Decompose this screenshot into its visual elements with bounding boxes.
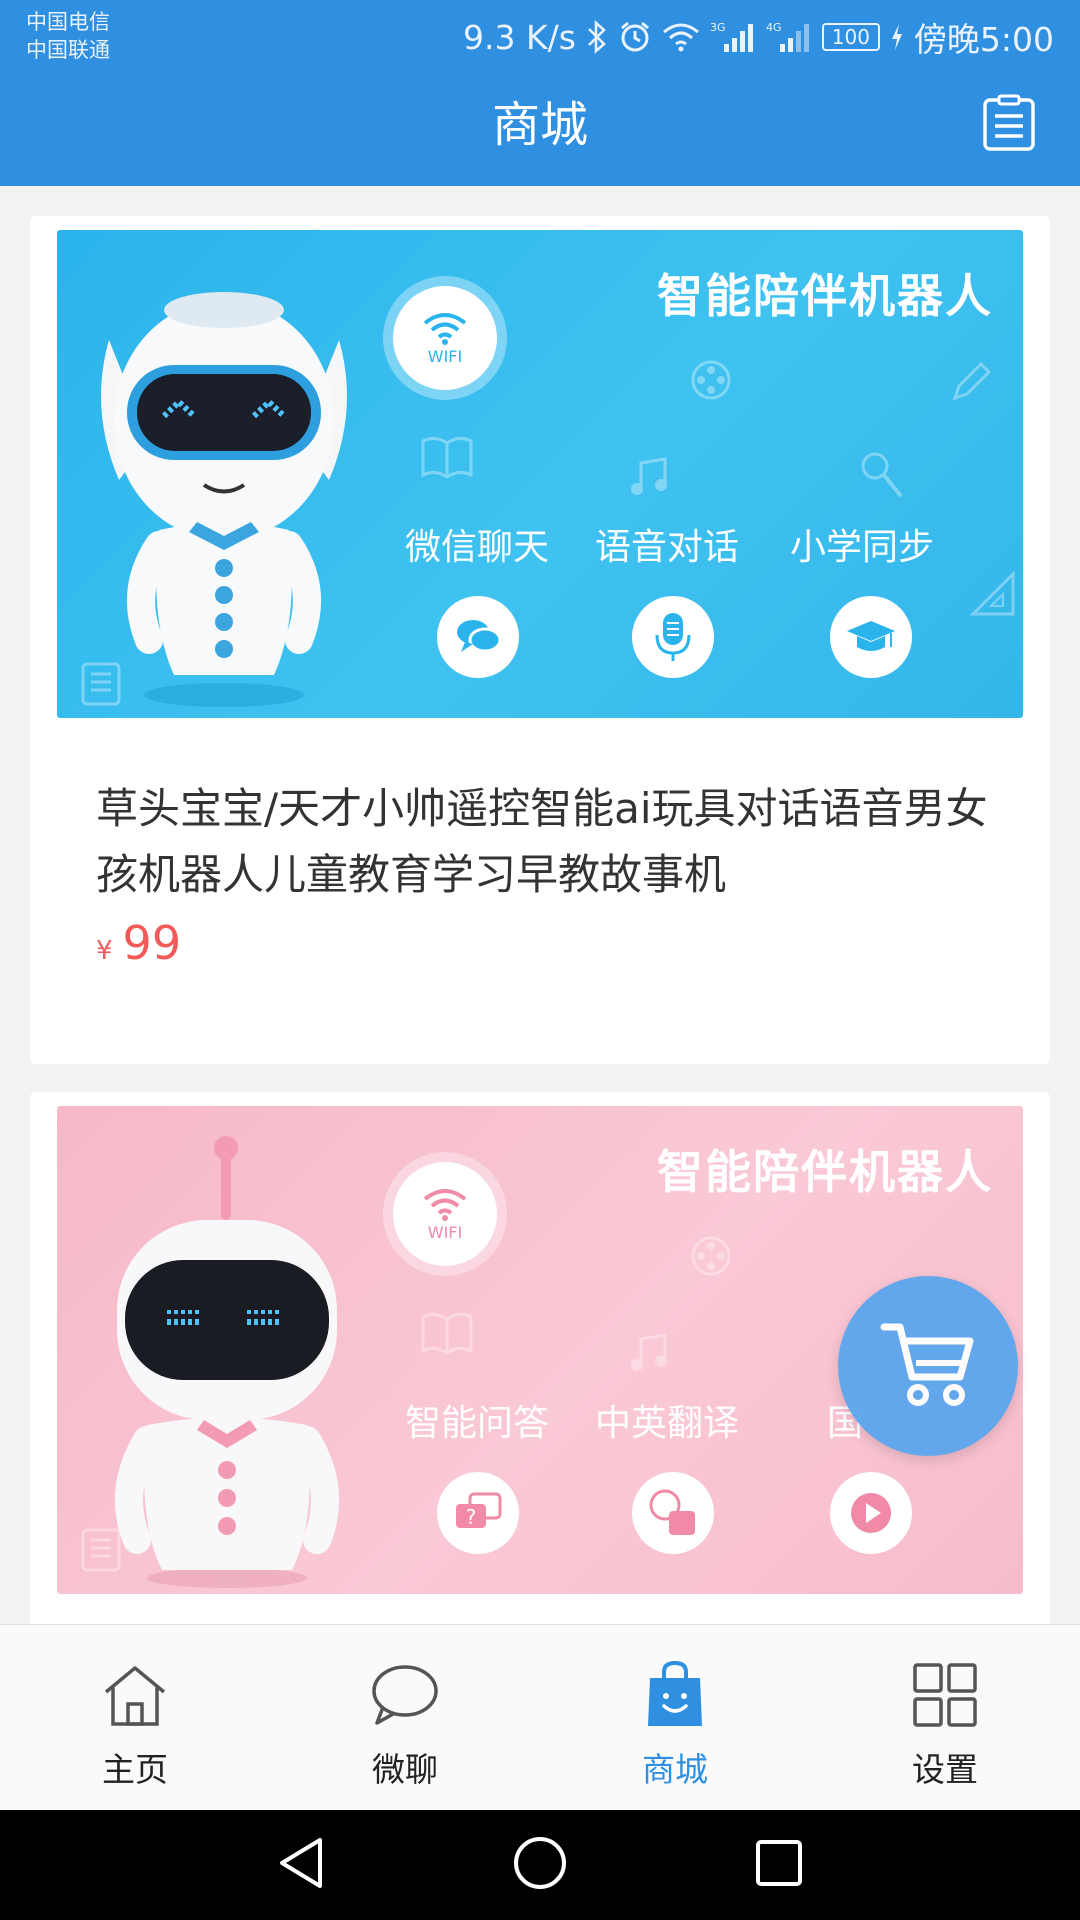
clipboard-list-icon [982, 94, 1036, 156]
bluetooth-icon [586, 20, 608, 54]
shopping-cart-icon [880, 1319, 976, 1413]
battery-level: 100 [831, 25, 870, 49]
chat-icon [365, 1655, 445, 1735]
clock: 傍晚5:00 [913, 20, 1054, 59]
film-reel-icon [691, 360, 731, 400]
notebook-icon [81, 1528, 121, 1572]
feature-label: 中英翻译 [594, 1403, 739, 1444]
charging-icon [890, 23, 904, 51]
back-button[interactable] [268, 1832, 334, 1898]
tab-settings[interactable]: 设置 [810, 1625, 1080, 1810]
book-icon [421, 1312, 473, 1355]
wifi-badge: WIFI [393, 1162, 497, 1266]
price-value: 99 [122, 916, 182, 970]
tab-label: 设置 [912, 1750, 978, 1789]
tab-mall[interactable]: 商城 [540, 1625, 810, 1810]
question-icon: ? [437, 1472, 519, 1554]
network-speed: 9.3 K/s [462, 17, 576, 57]
wifi-label: WIFI [427, 346, 463, 366]
signal-4g-icon: 4G [766, 20, 812, 54]
status-indicators: 9.3 K/s 3G 4G 100 傍晚5:00 [463, 12, 1054, 62]
carrier-info: 中国电信 中国联通 [26, 8, 110, 64]
banner-heading: 智能陪伴机器人 [657, 1145, 993, 1199]
product-name[interactable]: 草头宝宝/天才小帅遥控智能ai玩具对话语音男女孩机器人儿童教育学习早教故事机 [96, 776, 996, 908]
home-icon [95, 1655, 175, 1735]
recent-apps-button[interactable] [746, 1832, 812, 1898]
chat-bubble-icon [437, 596, 519, 678]
wifi-icon [662, 22, 700, 52]
feature-label: 智能问答 [404, 1403, 549, 1444]
home-button[interactable] [507, 1832, 573, 1898]
currency-symbol: ¥ [96, 936, 113, 966]
tab-label: 主页 [102, 1750, 168, 1789]
carrier-1: 中国电信 [26, 10, 110, 34]
feature-label: 语音对话 [594, 527, 739, 568]
svg-text:?: ? [466, 1505, 477, 1529]
music-note-icon [631, 1333, 667, 1371]
film-reel-icon [691, 1236, 731, 1276]
page-title: 商城 [491, 97, 588, 153]
net-3g-label: 3G [710, 21, 726, 34]
wifi-badge: WIFI [393, 286, 497, 390]
robot-illustration [101, 292, 347, 707]
banner-heading: 智能陪伴机器人 [657, 269, 993, 323]
grid-icon [905, 1655, 985, 1735]
battery-icon: 100 [821, 23, 880, 51]
home-circle-icon [512, 1835, 568, 1895]
cart-fab-button[interactable] [838, 1276, 1018, 1456]
music-note-icon [631, 457, 667, 495]
back-triangle-icon [276, 1836, 326, 1894]
shopping-bag-icon [635, 1655, 715, 1735]
translate-icon [632, 1472, 714, 1554]
bottom-tab-bar: 主页 微聊 商城 设置 [0, 1624, 1080, 1810]
carrier-2: 中国联通 [26, 38, 110, 62]
system-navigation-bar [0, 1810, 1080, 1920]
recent-square-icon [754, 1838, 804, 1892]
tab-chat[interactable]: 微聊 [270, 1625, 540, 1810]
pencil-icon [952, 361, 992, 401]
wifi-label: WIFI [427, 1222, 463, 1242]
tab-label: 商城 [642, 1750, 708, 1789]
net-4g-label: 4G [766, 21, 782, 34]
menu-button[interactable] [980, 94, 1038, 156]
tab-home[interactable]: 主页 [0, 1625, 270, 1810]
product-banner[interactable]: 智能陪伴机器人 WIFI 微信聊天 语音对话 小学同步 [57, 230, 1023, 718]
product-card[interactable]: 智能陪伴机器人 WIFI 微信聊天 语音对话 小学同步 草头宝宝/天才小帅遥控智… [30, 216, 1050, 1064]
tab-label: 微聊 [372, 1750, 438, 1789]
wifi-icon [423, 312, 467, 345]
book-icon [421, 436, 473, 479]
product-price: ¥ 99 [96, 916, 181, 970]
robot-illustration [115, 1136, 339, 1588]
wifi-icon [423, 1188, 467, 1221]
microphone-icon [632, 596, 714, 678]
app-bar: 中国电信 中国联通 9.3 K/s 3G 4G 100 傍晚5:00 商城 [0, 0, 1080, 186]
feature-label: 微信聊天 [404, 527, 549, 568]
ruler-triangle-icon [969, 570, 1015, 616]
mic-stand-icon [861, 452, 903, 498]
status-bar: 中国电信 中国联通 9.3 K/s 3G 4G 100 傍晚5:00 [0, 0, 1080, 74]
signal-3g-icon: 3G [710, 20, 756, 54]
graduation-cap-icon [830, 596, 912, 678]
notebook-icon [81, 662, 121, 706]
play-icon [830, 1472, 912, 1554]
feature-label: 小学同步 [789, 527, 934, 568]
alarm-icon [618, 20, 652, 54]
